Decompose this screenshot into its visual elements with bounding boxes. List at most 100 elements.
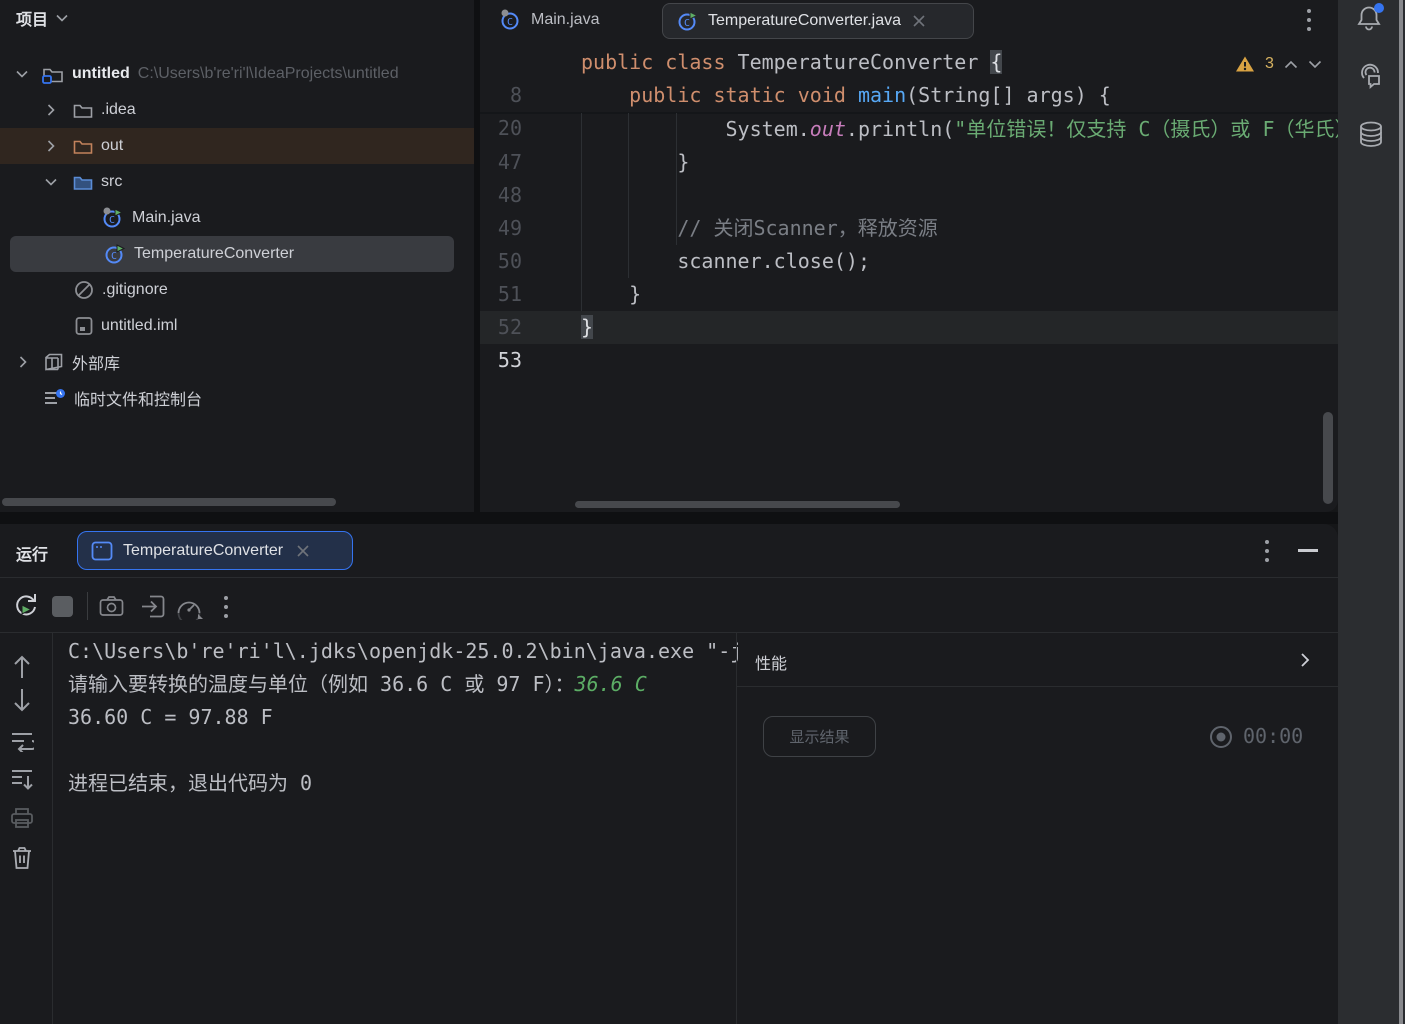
scroll-to-end-icon[interactable] xyxy=(10,768,34,790)
chevron-down-icon xyxy=(45,178,57,186)
right-tool-strip xyxy=(1338,0,1405,1024)
chevron-right-icon[interactable] xyxy=(1300,652,1310,668)
project-panel-header[interactable]: 项目 xyxy=(16,6,68,30)
tree-item-main-java[interactable]: C Main.java xyxy=(0,200,474,236)
folder-icon xyxy=(73,174,93,191)
warning-count: 3 xyxy=(1265,55,1274,73)
performance-title: 性能 xyxy=(755,650,787,674)
tree-item-external-libraries[interactable]: 外部库 xyxy=(0,344,474,380)
project-tool-window: 项目 untitled C:\Users\b're'ri'l\IdeaProje… xyxy=(0,0,474,512)
attach-icon[interactable] xyxy=(141,595,165,618)
console-window-icon xyxy=(91,541,113,561)
editor-horizontal-scrollbar[interactable] xyxy=(575,501,900,508)
tree-item-idea[interactable]: .idea xyxy=(0,92,474,128)
ai-assistant-icon[interactable] xyxy=(1356,62,1386,92)
print-icon[interactable] xyxy=(10,807,34,829)
tab-label: TemperatureConverter.java xyxy=(708,12,901,30)
sticky-lines: 8 public class TemperatureConverter { 20… xyxy=(480,46,1338,114)
more-kebab-icon[interactable] xyxy=(1264,539,1270,563)
ide-window: 项目 untitled C:\Users\b're'ri'l\IdeaProje… xyxy=(0,0,1405,1024)
show-results-label: 显示结果 xyxy=(789,726,849,747)
project-panel-title: 项目 xyxy=(16,6,48,30)
console-command-line: C:\Users\b're'ri'l\.jdks\openjdk-25.0.2\… xyxy=(68,635,742,668)
window-edge-scrollbar[interactable] xyxy=(1399,0,1403,1024)
chevron-right-icon xyxy=(47,104,55,116)
tab-temperatureconverter-java[interactable]: C TemperatureConverter.java xyxy=(662,3,974,39)
ignored-file-icon xyxy=(74,280,94,300)
console-user-input: 36.6 C xyxy=(575,672,647,696)
scratches-icon xyxy=(44,388,66,408)
folder-icon xyxy=(73,138,93,155)
minimize-icon[interactable] xyxy=(1298,549,1318,552)
java-class-icon: C xyxy=(102,207,124,229)
tree-item-label: Main.java xyxy=(132,209,200,227)
tab-main-java[interactable]: C Main.java xyxy=(500,3,599,37)
console-exit-line: 进程已结束，退出代码为 0 xyxy=(68,767,312,800)
next-warning-icon[interactable] xyxy=(1308,60,1322,69)
performance-panel: 性能 显示结果 00:00 xyxy=(737,632,1338,1024)
run-tool-window: 运行 TemperatureConverter xyxy=(0,524,1338,1024)
tree-item-label: 临时文件和控制台 xyxy=(74,386,202,410)
more-kebab-icon[interactable] xyxy=(223,594,229,620)
tree-item-label: 外部库 xyxy=(72,350,120,374)
project-root-path: C:\Users\b're'ri'l\IdeaProjects\untitled xyxy=(138,65,399,83)
panel-splitter-horizontal[interactable] xyxy=(0,512,1338,524)
folder-icon xyxy=(73,102,93,119)
chevron-right-icon xyxy=(47,140,55,152)
run-tab-label: TemperatureConverter xyxy=(123,542,283,560)
database-icon[interactable] xyxy=(1356,120,1386,150)
warning-icon xyxy=(1235,55,1255,73)
tree-item-root[interactable]: untitled C:\Users\b're'ri'l\IdeaProjects… xyxy=(0,56,474,92)
camera-icon[interactable] xyxy=(99,595,124,617)
run-tab-temperatureconverter[interactable]: TemperatureConverter xyxy=(77,531,353,570)
java-class-icon: C xyxy=(677,10,699,32)
record-timer-icon xyxy=(1209,725,1233,749)
java-class-icon: C xyxy=(500,9,522,31)
close-icon[interactable] xyxy=(297,545,309,557)
tree-item-label: src xyxy=(101,173,122,191)
tree-item-untitled-iml[interactable]: untitled.iml xyxy=(0,308,474,344)
tree-item-src[interactable]: src xyxy=(0,164,474,200)
trash-icon[interactable] xyxy=(11,846,33,870)
tree-item-label: untitled.iml xyxy=(101,317,177,335)
profiler-gauge-icon[interactable] xyxy=(176,595,204,620)
inspections-widget[interactable]: 3 xyxy=(1235,55,1322,73)
timer-value: 00:00 xyxy=(1243,720,1303,753)
svg-text:C: C xyxy=(684,18,690,29)
editor-vertical-scrollbar[interactable] xyxy=(1323,412,1333,504)
tab-label: Main.java xyxy=(531,11,599,29)
project-folder-icon xyxy=(42,65,64,84)
tree-item-label: TemperatureConverter xyxy=(134,245,294,263)
arrow-up-icon[interactable] xyxy=(12,654,32,680)
close-icon[interactable] xyxy=(913,15,925,27)
console-prompt-line: 请输入要转换的温度与单位（例如 36.6 C 或 97 F）：36.6 C xyxy=(68,668,647,701)
module-file-icon xyxy=(75,316,93,336)
tree-item-label: .gitignore xyxy=(102,281,168,299)
line-number: 53 xyxy=(480,344,522,377)
library-icon xyxy=(44,353,64,371)
tree-item-label: .idea xyxy=(101,101,136,119)
tree-item-out[interactable]: out xyxy=(0,128,474,164)
java-class-icon: C xyxy=(104,243,126,265)
tree-item-scratches[interactable]: 临时文件和控制台 xyxy=(0,380,474,416)
project-horizontal-scrollbar[interactable] xyxy=(2,498,336,506)
rerun-icon[interactable] xyxy=(12,593,40,621)
stop-icon xyxy=(52,596,73,617)
more-kebab-icon[interactable] xyxy=(1306,8,1312,32)
svg-text:C: C xyxy=(111,251,117,262)
project-root-name: untitled xyxy=(72,65,130,83)
prev-warning-icon[interactable] xyxy=(1284,60,1298,69)
chevron-down-icon xyxy=(16,70,28,78)
console-result-line: 36.60 C = 97.88 F xyxy=(68,701,273,734)
run-panel-title: 运行 xyxy=(16,541,48,565)
soft-wrap-icon[interactable] xyxy=(10,730,34,752)
svg-text:C: C xyxy=(109,215,115,226)
chevron-down-icon xyxy=(56,14,68,22)
svg-text:C: C xyxy=(507,17,513,28)
arrow-down-icon[interactable] xyxy=(12,687,32,713)
bell-icon[interactable] xyxy=(1355,3,1387,33)
show-results-button[interactable]: 显示结果 xyxy=(763,716,876,757)
chevron-right-icon xyxy=(19,356,27,368)
editor-area: C Main.java C TemperatureConverter.java … xyxy=(480,0,1338,512)
tree-item-gitignore[interactable]: .gitignore xyxy=(0,272,474,308)
